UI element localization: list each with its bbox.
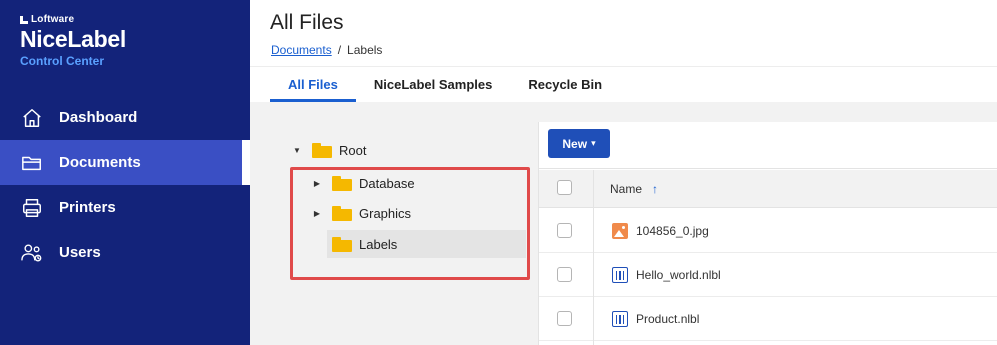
- sidebar-item-label: Documents: [59, 154, 141, 171]
- file-name: 104856_0.jpg: [636, 224, 709, 238]
- sidebar-item-users[interactable]: Users: [0, 230, 250, 275]
- select-all-checkbox[interactable]: [557, 180, 572, 195]
- brand-logo[interactable]: Loftware NiceLabel Control Center: [20, 14, 126, 68]
- users-icon: [20, 241, 44, 265]
- row-checkbox[interactable]: [557, 311, 572, 326]
- table-row[interactable]: Hello_world.nlbl: [539, 253, 997, 297]
- tab-all-files[interactable]: All Files: [270, 67, 356, 102]
- image-file-icon: [612, 223, 628, 239]
- new-button-label: New: [562, 136, 588, 151]
- tab-bar: All Files NiceLabel Samples Recycle Bin: [270, 67, 620, 102]
- file-name-cell[interactable]: Product.nlbl: [612, 297, 699, 341]
- tab-nicelabel-samples[interactable]: NiceLabel Samples: [356, 67, 511, 102]
- sidebar-item-dashboard[interactable]: Dashboard: [0, 95, 250, 140]
- file-name-cell[interactable]: 104856_0.jpg: [612, 209, 709, 253]
- sidebar-item-label: Users: [59, 244, 101, 261]
- breadcrumb: Documents / Labels: [271, 43, 382, 57]
- row-checkbox[interactable]: [557, 223, 572, 238]
- breadcrumb-separator: /: [337, 43, 342, 57]
- file-grid: New ▾ Name ↑ 104856_0.jpg Hello_world.nl…: [538, 122, 997, 345]
- tree-item-root[interactable]: ▼ Root: [291, 136, 366, 164]
- brand-vendor: Loftware: [20, 14, 126, 25]
- table-row[interactable]: Product.nlbl: [539, 297, 997, 341]
- folder-icon: [20, 151, 44, 175]
- sort-ascending-icon[interactable]: ↑: [652, 182, 658, 196]
- printer-icon: [20, 196, 44, 220]
- label-file-icon: [612, 311, 628, 327]
- sidebar-nav: Dashboard Documents Printers Users: [0, 95, 250, 275]
- file-name: Product.nlbl: [636, 312, 700, 326]
- grid-header: [539, 170, 997, 208]
- sidebar-item-printers[interactable]: Printers: [0, 185, 250, 230]
- file-name-cell[interactable]: Hello_world.nlbl: [612, 253, 721, 297]
- brand-subtitle: Control Center: [20, 54, 104, 68]
- breadcrumb-current: Labels: [347, 43, 383, 57]
- name-column-label: Name: [610, 182, 643, 196]
- column-divider: [593, 170, 594, 345]
- brand-vendor-text: Loftware: [31, 14, 75, 25]
- home-icon: [20, 106, 44, 130]
- loftware-mark-icon: [20, 15, 28, 24]
- sidebar-item-label: Printers: [59, 199, 116, 216]
- new-button[interactable]: New ▾: [548, 129, 610, 158]
- highlight-annotation-box: [290, 167, 530, 280]
- folder-icon: [312, 142, 332, 158]
- brand-name: NiceLabel: [20, 26, 126, 52]
- sidebar-item-label: Dashboard: [59, 109, 138, 126]
- tree-item-label: Root: [339, 142, 367, 158]
- tab-recycle-bin[interactable]: Recycle Bin: [510, 67, 620, 102]
- caret-down-icon: ▾: [591, 138, 596, 148]
- row-checkbox[interactable]: [557, 267, 572, 282]
- grid-toolbar: New ▾: [539, 122, 997, 169]
- breadcrumb-documents-link[interactable]: Documents: [271, 43, 332, 57]
- sidebar: Loftware NiceLabel Control Center Dashbo…: [0, 0, 250, 345]
- expand-down-icon[interactable]: ▼: [291, 146, 303, 155]
- sidebar-item-documents[interactable]: Documents: [0, 140, 250, 185]
- label-file-icon: [612, 267, 628, 283]
- page-title: All Files: [270, 11, 344, 34]
- file-name: Hello_world.nlbl: [636, 268, 721, 282]
- name-column-header[interactable]: Name ↑: [610, 182, 658, 196]
- table-row[interactable]: 104856_0.jpg: [539, 209, 997, 253]
